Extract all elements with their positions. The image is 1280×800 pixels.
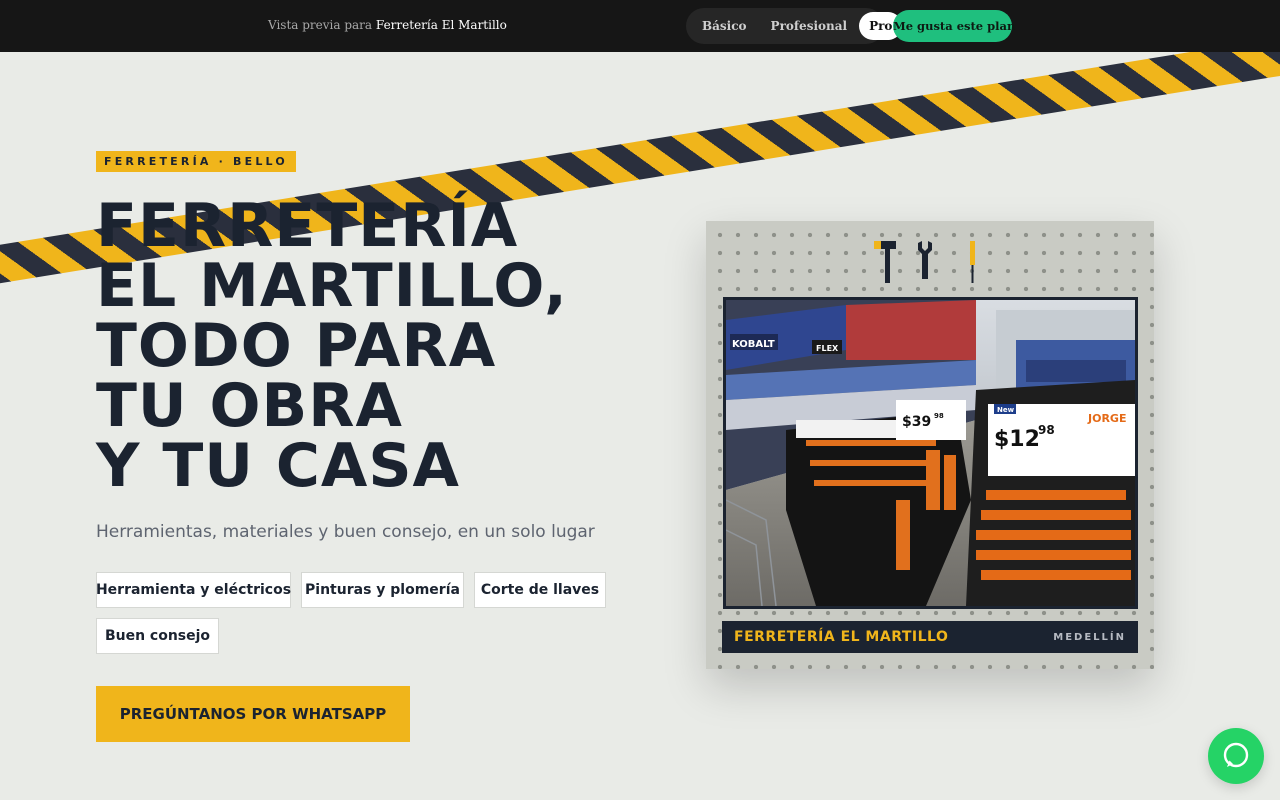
card-caption-bar: FERRETERÍA EL MARTILLO MEDELLÍN	[722, 621, 1138, 653]
price-main: $12	[994, 427, 1040, 452]
sign-jorge: JORGE	[1087, 412, 1126, 425]
plan-option-profesional[interactable]: Profesional	[759, 12, 860, 40]
hero-headline: FERRETERÍA EL MARTILLO, TODO PARA TU OBR…	[96, 196, 656, 496]
headline-line-5: Y TU CASA	[96, 431, 460, 501]
plan-option-basico[interactable]: Básico	[690, 12, 759, 40]
chip-herramienta: Herramienta y eléctricos	[96, 572, 291, 608]
store-interior-image: KOBALT FLEX $39 98 New $12 98 JORGE	[726, 300, 1135, 606]
preview-business-name: Ferretería El Martillo	[375, 18, 507, 32]
headline-line-4: TU OBRA	[96, 371, 403, 441]
whatsapp-cta-button[interactable]: PREGÚNTANOS POR WHATSAPP	[96, 686, 410, 742]
headline-line-2: EL MARTILLO,	[96, 251, 568, 321]
price-small-cents: 98	[934, 412, 944, 420]
store-photo: KOBALT FLEX $39 98 New $12 98 JORGE	[723, 297, 1138, 609]
card-caption-name: FERRETERÍA EL MARTILLO	[734, 629, 949, 645]
hero-subtitle: Herramientas, materiales y buen consejo,…	[96, 522, 595, 542]
tools-rack	[874, 241, 975, 283]
screwdriver-icon	[970, 241, 975, 283]
chip-llaves: Corte de llaves	[474, 572, 606, 608]
card-caption-city: MEDELLÍN	[1053, 631, 1126, 643]
chip-pinturas: Pinturas y plomería	[301, 572, 464, 608]
like-plan-button[interactable]: Me gusta este plan	[893, 10, 1015, 42]
whatsapp-float-button[interactable]	[1208, 728, 1264, 784]
price-main-cents: 98	[1038, 423, 1055, 437]
headline-line-3: TODO PARA	[96, 311, 497, 381]
top-bar: Vista previa para Ferretería El Martillo…	[0, 0, 1280, 52]
sign-flex: FLEX	[816, 344, 839, 353]
price-small: $39	[902, 414, 931, 430]
chip-consejo: Buen consejo	[96, 618, 219, 654]
hammer-icon	[874, 241, 896, 283]
preview-label: Vista previa para Ferretería El Martillo	[268, 18, 507, 32]
preview-prefix: Vista previa para	[268, 18, 373, 32]
wrench-icon	[918, 241, 932, 279]
pegboard-card: KOBALT FLEX $39 98 New $12 98 JORGE FERR…	[706, 221, 1154, 669]
whatsapp-icon	[1223, 742, 1249, 768]
location-tag: FERRETERÍA · BELLO	[96, 151, 296, 172]
sign-kobalt: KOBALT	[732, 339, 775, 350]
plan-switcher: Básico Profesional Pro	[686, 8, 903, 44]
badge-new: New	[997, 406, 1015, 414]
headline-line-1: FERRETERÍA	[96, 191, 519, 261]
